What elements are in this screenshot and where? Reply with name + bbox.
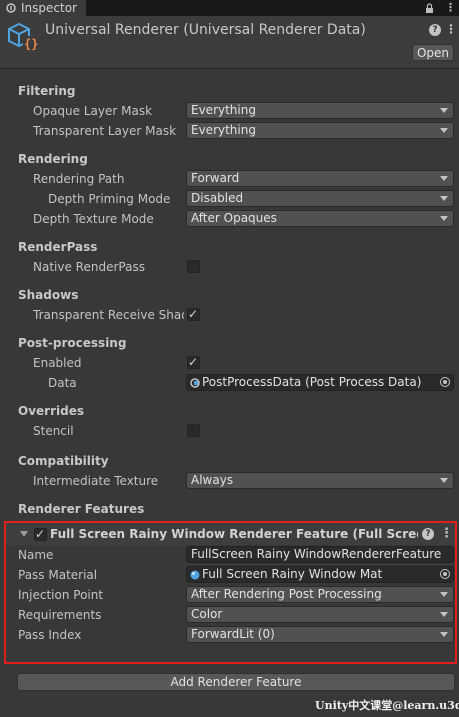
inspector-tab-icon — [6, 3, 16, 13]
inspector-tab[interactable]: Inspector — [0, 0, 86, 16]
intermediate-texture-dropdown[interactable]: Always — [186, 472, 454, 489]
intermediate-texture-label: Intermediate Texture — [33, 474, 159, 488]
opaque-layer-mask-dropdown[interactable]: Everything — [186, 102, 454, 119]
intermediate-texture-value: Always — [191, 473, 234, 487]
depth-texture-mode-label: Depth Texture Mode — [33, 212, 154, 226]
post-processing-enabled-checkbox[interactable]: ✓ — [187, 355, 200, 369]
section-filtering: Filtering — [18, 84, 76, 98]
post-process-data-field[interactable]: PostProcessData (Post Process Data) — [186, 374, 454, 391]
section-renderer-features: Renderer Features — [18, 502, 145, 516]
header-menu-icon[interactable]: ⋮ — [445, 22, 457, 36]
post-process-data-label: Data — [48, 376, 77, 390]
post-process-data-value: PostProcessData (Post Process Data) — [202, 375, 422, 389]
opaque-layer-mask-value: Everything — [191, 103, 256, 117]
dropdown-arrow-icon — [440, 176, 448, 181]
section-renderpass: RenderPass — [18, 240, 98, 254]
rendering-path-value: Forward — [191, 171, 240, 185]
highlight-box — [4, 521, 457, 664]
add-renderer-feature-button[interactable]: Add Renderer Feature — [17, 673, 455, 691]
inspector-tab-label: Inspector — [21, 1, 77, 15]
section-post-processing: Post-processing — [18, 336, 127, 350]
section-overrides: Overrides — [18, 404, 84, 418]
post-process-data-asset-icon — [190, 378, 200, 388]
transparent-receive-shadows-label: Transparent Receive Shadows — [33, 308, 184, 322]
native-renderpass-checkbox[interactable] — [187, 260, 200, 273]
depth-priming-mode-label: Depth Priming Mode — [48, 192, 171, 206]
depth-priming-mode-value: Disabled — [191, 191, 244, 205]
transparent-layer-mask-value: Everything — [191, 123, 256, 137]
svg-text:{}: {} — [24, 37, 38, 51]
dropdown-arrow-icon — [440, 216, 448, 221]
transparent-receive-shadows-checkbox[interactable]: ✓ — [187, 307, 200, 321]
dropdown-arrow-icon — [440, 128, 448, 133]
transparent-layer-mask-dropdown[interactable]: Everything — [186, 122, 454, 139]
section-rendering: Rendering — [18, 152, 88, 166]
watermark-text: Unity中文课堂@learn.u3d.cn — [315, 699, 459, 712]
depth-priming-mode-dropdown[interactable]: Disabled — [186, 190, 454, 207]
dropdown-arrow-icon — [440, 478, 448, 483]
section-compatibility: Compatibility — [18, 454, 109, 468]
transparent-layer-mask-label: Transparent Layer Mask — [33, 124, 177, 138]
native-renderpass-label: Native RenderPass — [33, 260, 145, 274]
stencil-label: Stencil — [33, 424, 74, 438]
open-button[interactable]: Open — [412, 44, 454, 61]
checkmark-icon: ✓ — [188, 355, 199, 369]
inspector-header: {} Universal Renderer (Universal Rendere… — [0, 16, 459, 69]
tab-menu-icon[interactable]: ⋮ — [445, 0, 456, 16]
opaque-layer-mask-label: Opaque Layer Mask — [33, 104, 153, 118]
asset-title: Universal Renderer (Universal Renderer D… — [45, 22, 366, 38]
checkmark-icon: ✓ — [188, 307, 199, 321]
section-shadows: Shadows — [18, 288, 79, 302]
stencil-checkbox[interactable] — [187, 424, 200, 437]
dropdown-arrow-icon — [440, 196, 448, 201]
help-icon[interactable]: ? — [429, 24, 441, 36]
depth-texture-mode-value: After Opaques — [191, 211, 277, 225]
post-processing-enabled-label: Enabled — [33, 356, 82, 370]
renderer-asset-icon: {} — [7, 22, 39, 57]
inspector-tab-bar: Inspector ⋮ — [0, 0, 459, 16]
object-picker-icon[interactable] — [440, 377, 450, 387]
rendering-path-label: Rendering Path — [33, 172, 125, 186]
lock-icon[interactable] — [425, 0, 434, 16]
depth-texture-mode-dropdown[interactable]: After Opaques — [186, 210, 454, 227]
rendering-path-dropdown[interactable]: Forward — [186, 170, 454, 187]
dropdown-arrow-icon — [440, 108, 448, 113]
